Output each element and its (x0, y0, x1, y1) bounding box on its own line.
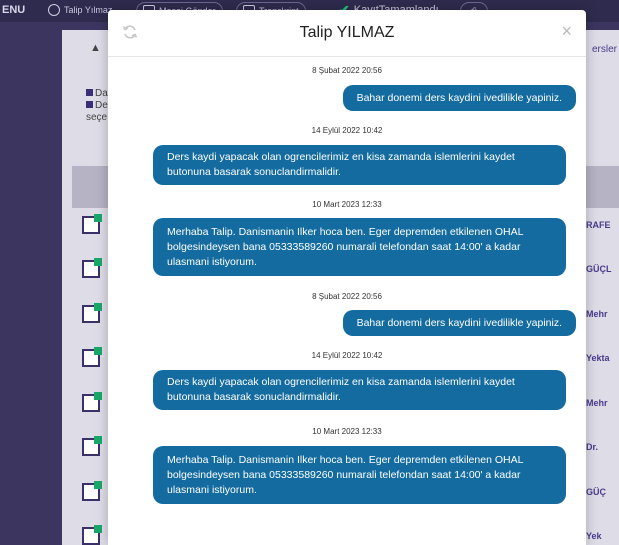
menu-label[interactable]: ENU (2, 4, 25, 16)
advisor-name: Mehr (586, 398, 608, 408)
close-button[interactable]: × (561, 21, 572, 42)
courses-tab-label[interactable]: ersler (592, 44, 617, 55)
legend-item-1: Da (95, 88, 108, 99)
message-bubble-incoming: Merhaba Talip. Danismanin Ilker hoca ben… (153, 446, 566, 504)
message-dialog: Talip YILMAZ × 8 Şubat 2022 20:56 Bahar … (108, 10, 586, 545)
legend-item-3: seçe (86, 112, 108, 123)
legend: Da De seçe (86, 88, 108, 124)
message-timestamp: 14 Eylül 2022 10:42 (311, 351, 383, 360)
message-timestamp: 8 Şubat 2022 20:56 (312, 66, 382, 75)
dialog-title: Talip YILMAZ (299, 24, 395, 41)
row-checkbox[interactable] (82, 303, 102, 323)
message-timestamp: 10 Mart 2023 12:33 (312, 427, 382, 436)
advisor-name: GÜÇL (586, 264, 612, 274)
user-name: Talip Yılmaz (64, 5, 113, 15)
message-bubble-incoming: Merhaba Talip. Danismanin Ilker hoca ben… (153, 218, 566, 276)
advisor-name: Mehr (586, 309, 608, 319)
message-bubble-outgoing: Bahar donemi ders kaydini ivedilikle yap… (342, 85, 576, 111)
row-checkbox[interactable] (82, 436, 102, 456)
user-link[interactable]: Talip Yılmaz (42, 2, 118, 18)
row-checkbox[interactable] (82, 214, 102, 234)
message-timestamp: 14 Eylül 2022 10:42 (311, 126, 383, 135)
advisor-name: Yek (586, 531, 602, 541)
warning-icon: ▲ (90, 42, 101, 54)
message-timestamp: 10 Mart 2023 12:33 (312, 200, 382, 209)
row-checkbox[interactable] (82, 481, 102, 501)
legend-swatch (86, 89, 93, 96)
message-bubble-outgoing: Bahar donemi ders kaydini ivedilikle yap… (342, 310, 576, 336)
row-checkbox[interactable] (82, 392, 102, 412)
advisor-name: Dr. (586, 442, 599, 452)
row-checkbox[interactable] (82, 525, 102, 545)
row-checkbox[interactable] (82, 258, 102, 278)
message-bubble-incoming: Ders kaydi yapacak olan ogrencilerimiz e… (153, 145, 566, 185)
user-icon (48, 4, 60, 16)
row-checkbox[interactable] (82, 347, 102, 367)
advisor-name: Yekta (586, 353, 610, 363)
advisor-name: RAFE (586, 220, 611, 230)
message-timestamp: 8 Şubat 2022 20:56 (312, 292, 382, 301)
legend-swatch (86, 101, 93, 108)
message-bubble-incoming: Ders kaydi yapacak olan ogrencilerimiz e… (153, 370, 566, 410)
dialog-header: Talip YILMAZ × (108, 10, 586, 57)
message-list[interactable]: 8 Şubat 2022 20:56 Bahar donemi ders kay… (108, 57, 586, 545)
advisor-name: GÜÇ (586, 487, 606, 497)
legend-item-2: De (95, 100, 108, 111)
